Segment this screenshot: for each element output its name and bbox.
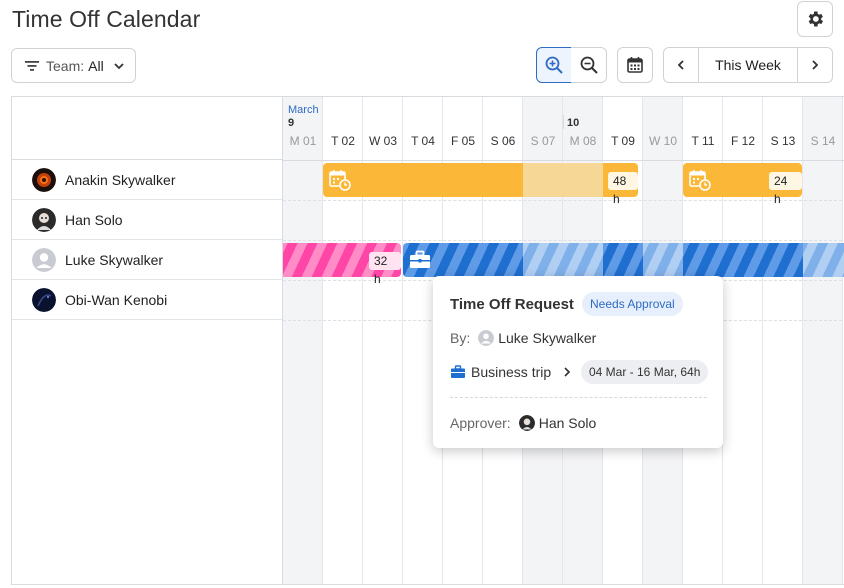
time-off-request-popup: Time Off Request Needs Approval By: Luke… [433, 276, 723, 448]
hours-badge: 48 h [608, 172, 638, 206]
day-label: W 03 [368, 134, 397, 148]
day-label: S 13 [770, 134, 796, 148]
briefcase-icon [451, 365, 465, 378]
time-off-bar-anakin-end[interactable]: 48 h [603, 163, 638, 206]
hours-badge: 24 h [769, 172, 802, 206]
chevron-right-icon [812, 60, 819, 70]
person-name: Anakin Skywalker [65, 171, 176, 188]
day-column [803, 97, 843, 584]
day-label: S 06 [490, 134, 516, 148]
request-type-link[interactable]: Business trip [450, 364, 573, 380]
date-range-badge: 04 Mar - 16 Mar, 64h [581, 360, 709, 384]
day-label: M 08 [569, 134, 597, 148]
week-number: 10 [567, 117, 580, 129]
time-off-bar-luke-business[interactable] [403, 243, 523, 277]
request-type: Business trip [471, 364, 552, 380]
person-name: Obi-Wan Kenobi [65, 291, 168, 308]
chevron-down-icon [114, 62, 124, 69]
day-label: S 14 [810, 134, 836, 148]
person-name: Luke Skywalker [65, 251, 164, 268]
team-filter-label: Team: [46, 57, 85, 74]
time-off-bar-luke-weekend[interactable] [523, 243, 603, 277]
day-label: F 05 [450, 134, 475, 148]
zoom-out-icon [580, 56, 598, 74]
popup-requester: By: Luke Skywalker [450, 330, 596, 346]
person-row-anakin[interactable]: Anakin Skywalker [12, 160, 282, 200]
popup-divider [450, 397, 707, 398]
page-title: Time Off Calendar [12, 6, 201, 32]
time-off-bar-luke-business[interactable] [683, 243, 803, 277]
row-divider [283, 240, 844, 241]
status-badge: Needs Approval [582, 292, 683, 316]
avatar [32, 247, 56, 272]
approver-name: Han Solo [538, 415, 597, 431]
briefcase-icon [410, 250, 430, 268]
day-label: T 09 [611, 134, 635, 148]
gear-icon [808, 11, 823, 27]
time-off-bar-anakin-weekend[interactable] [523, 163, 603, 197]
zoom-out-button[interactable] [571, 47, 607, 83]
this-week-button[interactable]: This Week [699, 48, 797, 82]
filter-icon [25, 60, 39, 71]
person-row-obiwan[interactable]: Obi-Wan Kenobi [12, 280, 282, 320]
settings-button[interactable] [797, 1, 833, 37]
day-label: W 10 [648, 134, 677, 148]
day-label: T 02 [331, 134, 355, 148]
calendar-icon [627, 57, 643, 73]
person-row-luke[interactable]: Luke Skywalker [12, 240, 282, 280]
day-label: M 01 [289, 134, 317, 148]
chevron-left-icon [677, 60, 684, 70]
people-header [12, 97, 282, 160]
time-off-bar-luke-weekend[interactable] [803, 243, 844, 277]
calendar-clock-icon [689, 170, 711, 191]
approver-label: Approver: [450, 415, 511, 431]
requester-name: Luke Skywalker [498, 330, 597, 346]
zoom-in-button[interactable] [536, 47, 572, 83]
day-label: T 11 [691, 134, 715, 148]
day-label: T 04 [411, 134, 435, 148]
chevron-right-icon [564, 367, 571, 377]
date-picker-button[interactable] [617, 47, 653, 83]
requester-label: By: [450, 330, 471, 346]
week-number: 9 [288, 117, 295, 129]
people-column: Anakin Skywalker Han Solo Luke Skywalker… [12, 97, 283, 584]
avatar [32, 287, 56, 312]
day-column [283, 97, 323, 584]
previous-week-button[interactable] [664, 48, 699, 82]
avatar [32, 207, 56, 232]
row-divider [283, 200, 844, 201]
header-divider [283, 160, 844, 161]
calendar-clock-icon [329, 170, 351, 191]
time-off-bar-anakin-2[interactable]: 24 h [683, 163, 802, 206]
avatar [518, 415, 535, 431]
next-week-button[interactable] [797, 48, 832, 82]
month-label: March [288, 104, 319, 116]
popup-approver: Approver: Han Solo [450, 415, 596, 431]
time-off-bar-anakin[interactable] [323, 163, 523, 197]
team-filter-dropdown[interactable]: Team: All [11, 48, 136, 83]
person-row-han[interactable]: Han Solo [12, 200, 282, 240]
hours-badge: 32 h [369, 252, 401, 286]
day-label: S 07 [530, 134, 556, 148]
avatar [32, 167, 56, 192]
avatar [478, 330, 495, 346]
time-off-bar-luke-pink[interactable]: 32 h [283, 243, 401, 286]
time-off-bar-luke-weekend[interactable] [643, 243, 683, 277]
zoom-in-icon [545, 56, 563, 74]
popup-title: Time Off Request [450, 296, 574, 313]
week-navigator: This Week [663, 47, 833, 83]
time-off-bar-luke-business[interactable] [603, 243, 643, 277]
person-name: Han Solo [65, 211, 123, 228]
day-label: F 12 [730, 134, 755, 148]
week-separator [563, 115, 564, 129]
team-filter-value: All [88, 57, 104, 74]
